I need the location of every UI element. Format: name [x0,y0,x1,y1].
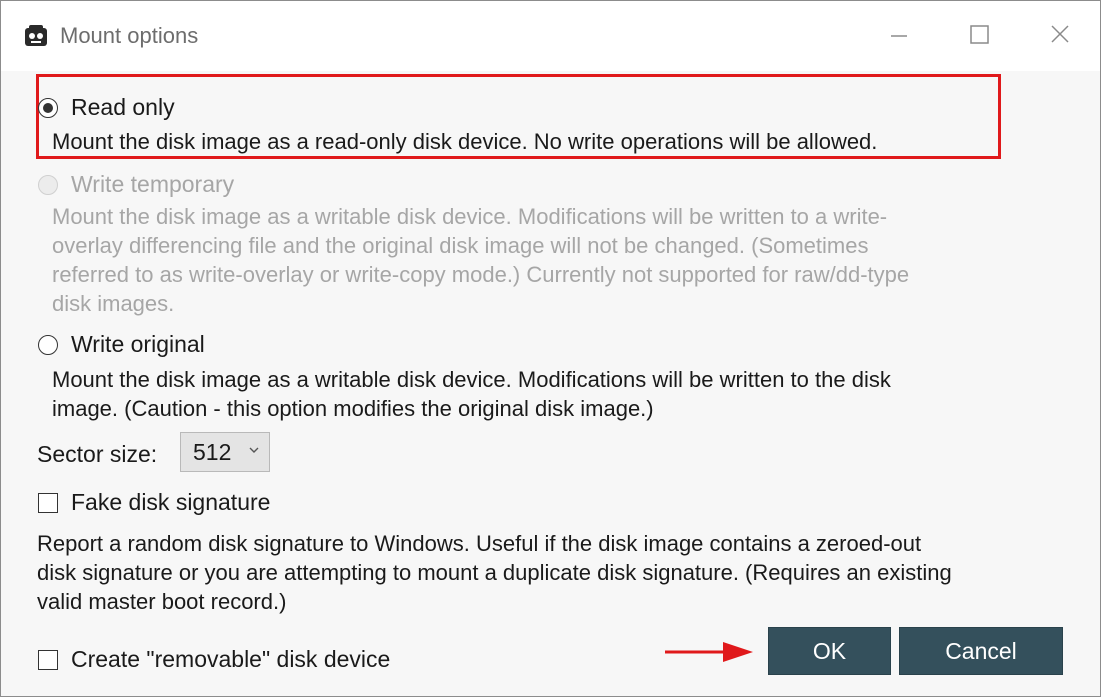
ok-button[interactable]: OK [768,627,891,675]
removable-disk-checkbox[interactable] [38,649,58,670]
removable-disk-option[interactable]: Create "removable" disk device [38,646,390,673]
dialog-content: Read only Mount the disk image as a read… [1,71,1100,696]
read-only-description: Mount the disk image as a read-only disk… [52,129,878,154]
app-icon [25,25,47,46]
sector-size-select[interactable]: 512 [180,432,270,472]
write-temporary-description: Mount the disk image as a writable disk … [52,204,910,316]
write-original-radio[interactable] [38,334,58,355]
window-title: Mount options [60,23,199,48]
write-temporary-radio[interactable] [38,174,58,195]
read-only-label: Read only [71,94,175,120]
fake-disk-signature-description: Report a random disk signature to Window… [37,531,952,614]
arrow-right-icon [665,642,753,662]
write-original-label: Write original [71,331,205,357]
write-original-option[interactable]: Write original [38,331,205,358]
minimize-icon[interactable] [877,15,921,55]
fake-disk-signature-option[interactable]: Fake disk signature [38,489,270,516]
removable-disk-label: Create "removable" disk device [71,646,391,672]
title-bar[interactable]: Mount options [1,1,1100,71]
maximize-icon[interactable] [958,15,1002,55]
cancel-button[interactable]: Cancel [899,627,1063,675]
fake-disk-signature-label: Fake disk signature [71,489,271,515]
fake-disk-signature-checkbox[interactable] [38,492,58,513]
mount-options-dialog: Mount options Read only Mount the disk i… [0,0,1101,697]
close-icon[interactable] [1038,15,1082,55]
sector-size-label: Sector size: [37,441,158,467]
write-original-description: Mount the disk image as a writable disk … [52,367,891,421]
read-only-option[interactable]: Read only [38,94,175,121]
write-temporary-option[interactable]: Write temporary [38,171,234,198]
read-only-radio[interactable] [38,97,58,118]
write-temporary-label: Write temporary [71,171,235,197]
chevron-down-icon [249,447,259,453]
sector-size-value: 512 [193,438,232,465]
